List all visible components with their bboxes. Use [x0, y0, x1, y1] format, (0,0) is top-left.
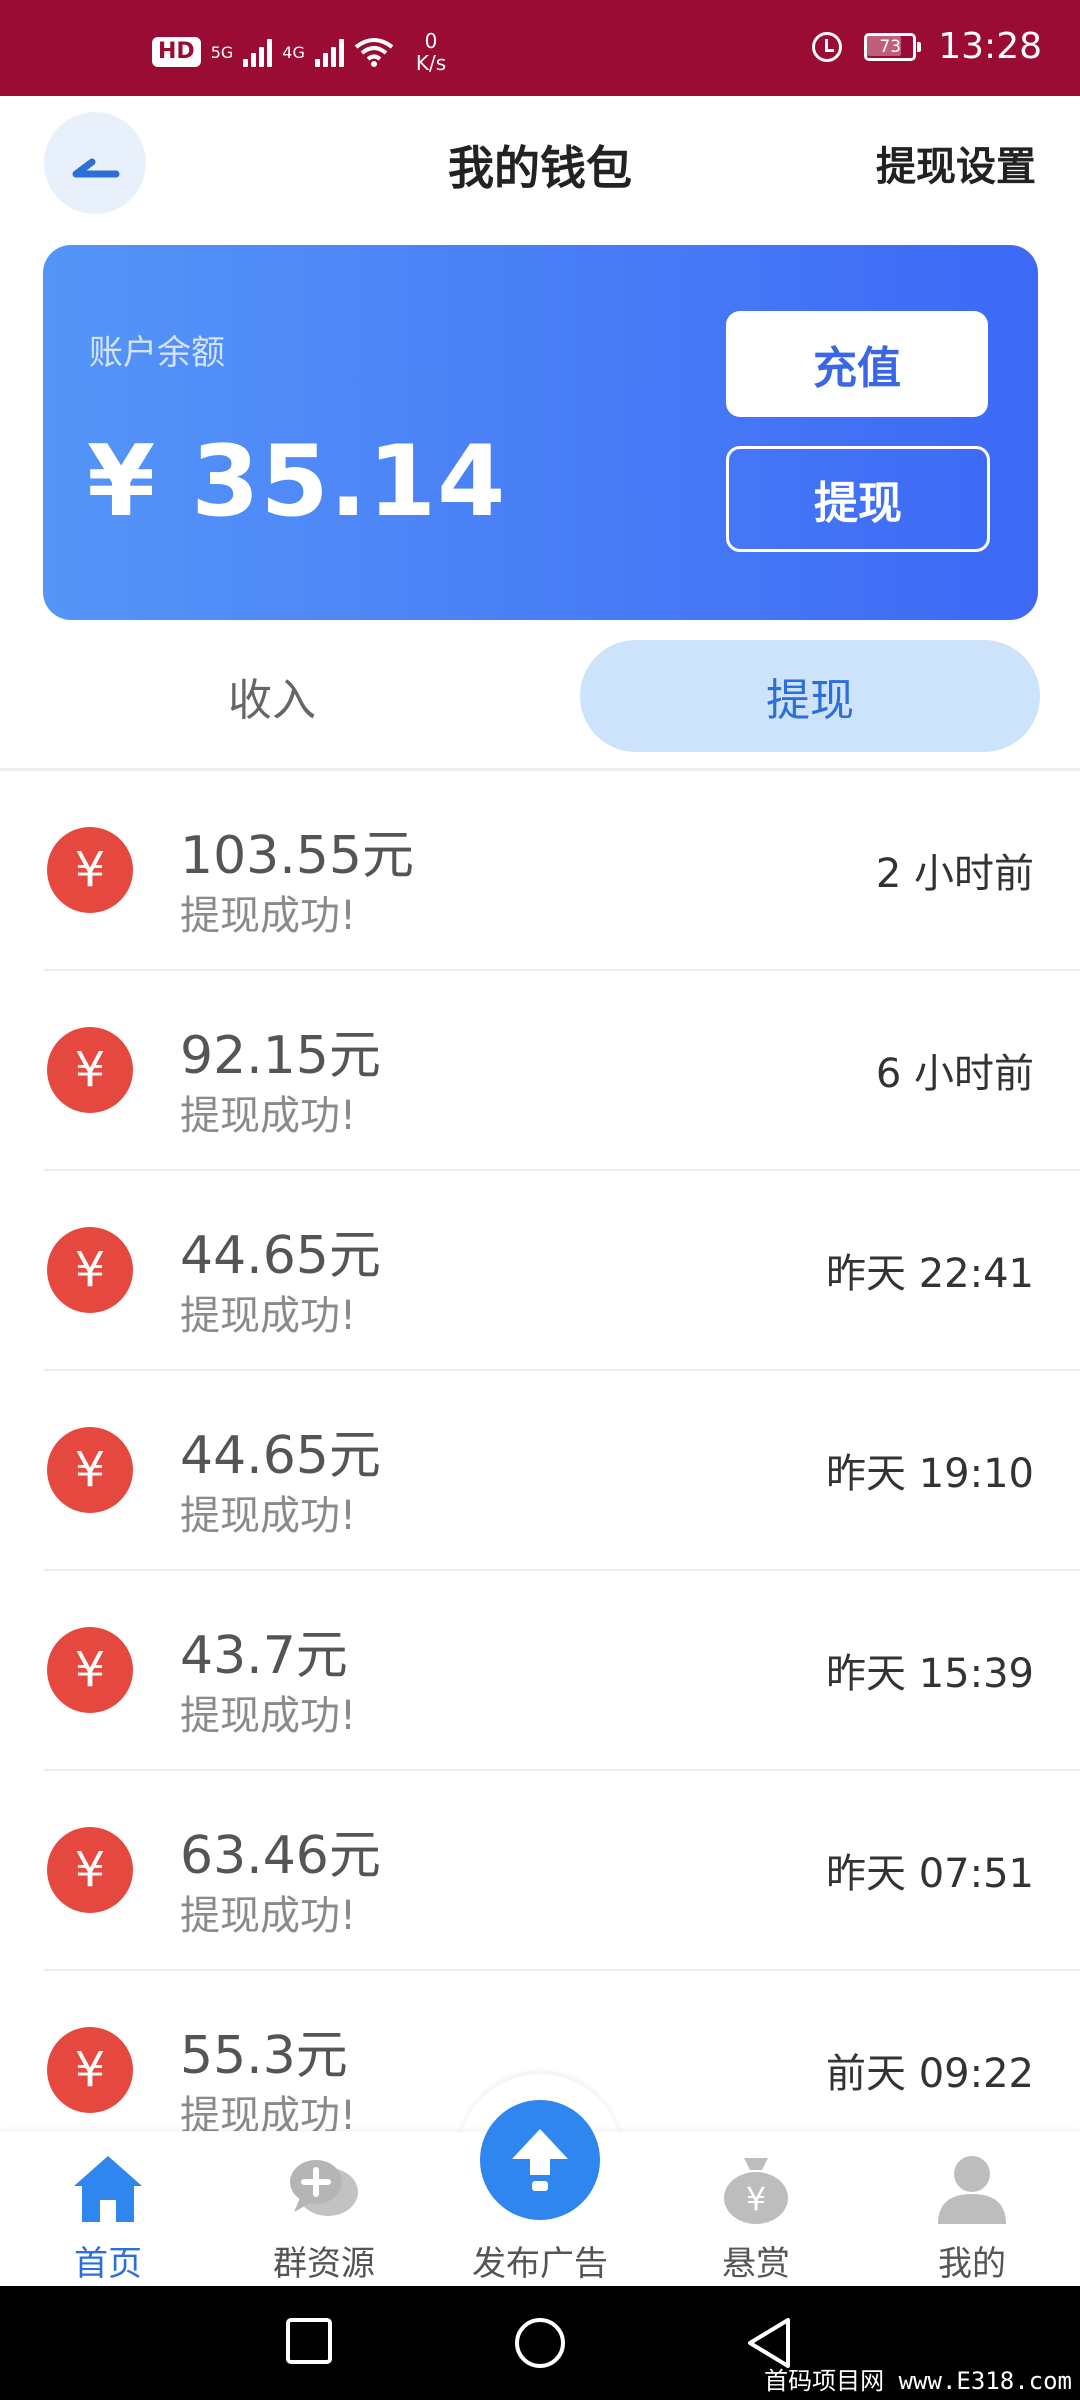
alarm-icon	[812, 31, 843, 62]
header: 我的钱包 提现设置	[0, 96, 1080, 226]
record-time: 昨天 15:39	[826, 1651, 1034, 1697]
watermark: 首码项目网 www.E318.com	[764, 2367, 1072, 2395]
list-item[interactable]: ¥ 103.55元 提现成功! 2 小时前	[0, 771, 1080, 971]
nav-groups-label: 群资源	[273, 2244, 375, 2284]
record-amount: 103.55元	[180, 826, 414, 886]
publish-button[interactable]	[480, 2100, 600, 2220]
user-icon	[938, 2156, 1006, 2224]
balance-label: 账户余额	[89, 333, 225, 373]
status-time: 13:28	[938, 26, 1042, 67]
nav-reward-label: 悬赏	[722, 2244, 790, 2284]
svg-text:¥: ¥	[746, 2180, 766, 2218]
net-speed-unit: K/s	[415, 51, 447, 75]
money-bag-icon: ¥	[724, 2158, 788, 2224]
nav-mine[interactable]: 我的	[882, 2132, 1062, 2286]
hd-badge: HD	[152, 37, 201, 67]
system-nav-bar: 首码项目网 www.E318.com	[0, 2286, 1080, 2400]
tab-income[interactable]: 收入	[42, 640, 502, 752]
record-tabs: 收入 提现	[0, 640, 1080, 752]
record-time: 6 小时前	[875, 1051, 1034, 1097]
withdraw-button[interactable]: 提现	[726, 446, 990, 552]
home-circle-icon[interactable]	[513, 2316, 567, 2370]
upload-arrow-icon	[512, 2129, 568, 2191]
record-status: 提现成功!	[180, 1693, 357, 1739]
record-time: 昨天 22:41	[826, 1251, 1034, 1297]
net-speed: 0 K/s	[416, 30, 446, 74]
yen-icon: ¥	[47, 827, 133, 913]
record-amount: 63.46元	[180, 1826, 381, 1886]
wifi-icon	[354, 38, 394, 67]
chat-plus-icon	[290, 2160, 358, 2216]
withdraw-record-list[interactable]: ¥ 103.55元 提现成功! 2 小时前 ¥ 92.15元 提现成功! 6 小…	[0, 771, 1080, 2131]
yen-icon: ¥	[47, 1027, 133, 1113]
list-item[interactable]: ¥ 44.65元 提现成功! 昨天 19:10	[0, 1371, 1080, 1571]
list-item[interactable]: ¥ 63.46元 提现成功! 昨天 07:51	[0, 1771, 1080, 1971]
balance-amount: ¥ 35.14	[87, 425, 507, 539]
record-status: 提现成功!	[180, 1293, 357, 1339]
yen-icon: ¥	[47, 1627, 133, 1713]
yen-icon: ¥	[47, 2027, 133, 2113]
record-time: 昨天 19:10	[826, 1451, 1034, 1497]
yen-icon: ¥	[47, 1227, 133, 1313]
battery-icon: 73	[864, 32, 922, 61]
record-status: 提现成功!	[180, 1893, 357, 1939]
sim1-label: 5G	[210, 42, 234, 62]
record-status: 提现成功!	[180, 1493, 357, 1539]
status-right: 73 13:28	[812, 26, 1042, 67]
nav-home[interactable]: 首页	[18, 2132, 198, 2286]
record-amount: 92.15元	[180, 1026, 381, 1086]
withdraw-settings-link[interactable]: 提现设置	[876, 134, 1036, 192]
signal-icon	[243, 37, 273, 67]
yen-icon: ¥	[47, 1827, 133, 1913]
record-time: 昨天 07:51	[826, 1851, 1034, 1897]
record-status: 提现成功!	[180, 1093, 357, 1139]
status-left: HD 5G 4G 0 K/s	[152, 30, 446, 74]
recents-icon[interactable]	[284, 2316, 334, 2366]
battery-level: 73	[879, 36, 902, 57]
nav-groups[interactable]: 群资源	[234, 2132, 414, 2286]
home-icon	[74, 2156, 142, 2222]
nav-reward[interactable]: ¥ 悬赏	[666, 2132, 846, 2286]
record-amount: 55.3元	[180, 2026, 348, 2086]
list-item[interactable]: ¥ 92.15元 提现成功! 6 小时前	[0, 971, 1080, 1171]
record-time: 前天 09:22	[826, 2051, 1034, 2097]
status-bar: HD 5G 4G 0 K/s 73 13:28	[0, 0, 1080, 96]
record-amount: 44.65元	[180, 1226, 381, 1286]
recharge-button[interactable]: 充值	[726, 311, 988, 417]
list-item[interactable]: ¥ 43.7元 提现成功! 昨天 15:39	[0, 1571, 1080, 1771]
signal-icon-2	[314, 37, 344, 67]
yen-icon: ¥	[47, 1427, 133, 1513]
nav-publish-label: 发布广告	[472, 2244, 608, 2284]
sim2-label: 4G	[282, 42, 305, 62]
record-amount: 44.65元	[180, 1426, 381, 1486]
net-speed-value: 0	[424, 29, 438, 53]
tab-withdraw[interactable]: 提现	[580, 640, 1040, 752]
nav-home-label: 首页	[74, 2244, 142, 2284]
record-status: 提现成功!	[180, 2093, 357, 2131]
record-amount: 43.7元	[180, 1626, 348, 1686]
list-item[interactable]: ¥ 44.65元 提现成功! 昨天 22:41	[0, 1171, 1080, 1371]
record-status: 提现成功!	[180, 893, 357, 939]
balance-card: 账户余额 ¥ 35.14 充值 提现	[43, 245, 1038, 620]
nav-mine-label: 我的	[938, 2244, 1006, 2284]
record-time: 2 小时前	[875, 851, 1034, 897]
